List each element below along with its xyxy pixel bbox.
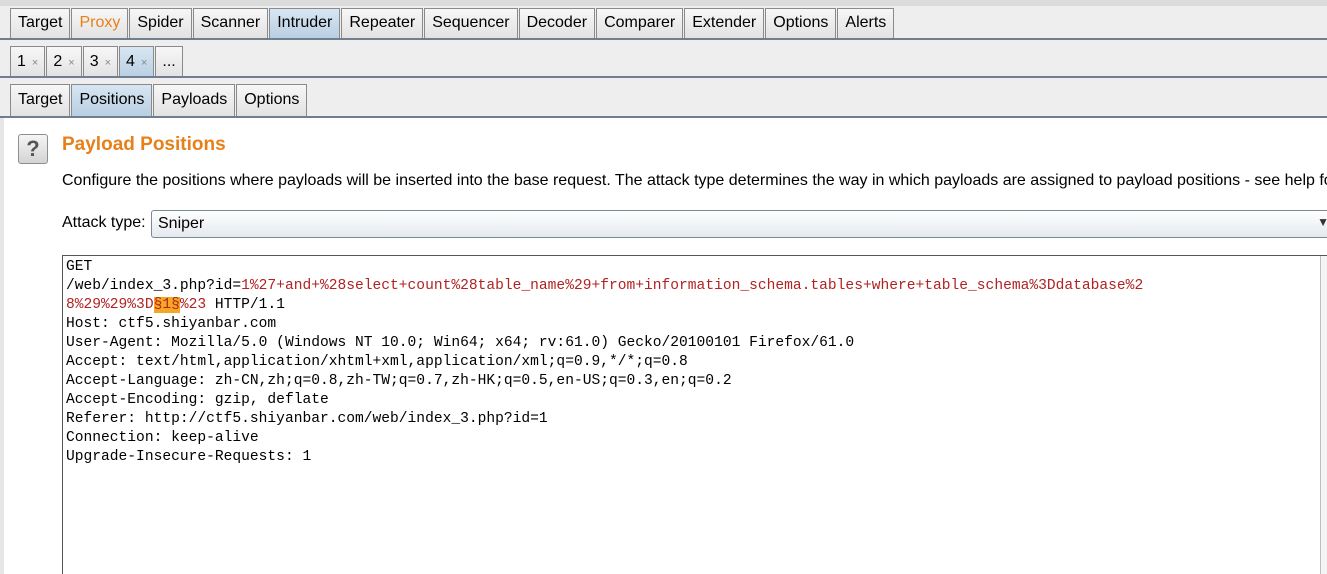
attack-tab-4[interactable]: 4 × — [119, 46, 155, 77]
tab-decoder[interactable]: Decoder — [518, 8, 596, 38]
attack-tab-3[interactable]: 3 × — [82, 46, 119, 77]
tab-intruder[interactable]: Intruder — [269, 8, 341, 38]
help-icon[interactable]: ? — [18, 134, 48, 164]
attack-tab-label: 1 — [17, 53, 26, 70]
tab-repeater[interactable]: Repeater — [341, 8, 424, 38]
tab-spider[interactable]: Spider — [129, 8, 192, 38]
request-header: Accept-Language: zh-CN,zh;q=0.8,zh-TW;q=… — [66, 373, 732, 389]
subtab-positions[interactable]: Positions — [71, 84, 153, 116]
request-param-value: %23 — [179, 297, 207, 313]
request-header: Upgrade-Insecure-Requests: 1 — [66, 449, 312, 465]
request-header: Referer: http://ctf5.shiyanbar.com/web/i… — [66, 411, 548, 427]
attack-tab-bar: 1 × 2 × 3 × 4 × ... — [0, 40, 1327, 78]
subtab-target[interactable]: Target — [10, 84, 71, 116]
request-method: GET — [66, 259, 93, 275]
tab-comparer[interactable]: Comparer — [596, 8, 684, 38]
tab-proxy[interactable]: Proxy — [71, 8, 129, 38]
tab-alerts[interactable]: Alerts — [837, 8, 895, 38]
request-header: Connection: keep-alive — [66, 430, 259, 446]
tab-sequencer[interactable]: Sequencer — [424, 8, 518, 38]
request-param-value: 8%29%29%3D — [66, 297, 154, 313]
close-icon[interactable]: × — [32, 57, 38, 69]
attack-type-value: Sniper — [158, 215, 205, 232]
request-header: Accept-Encoding: gzip, deflate — [66, 392, 329, 408]
section-title: Payload Positions — [62, 134, 226, 155]
request-param-value: 1%27+and+%28select+count%28table_name%29… — [241, 278, 1144, 294]
subtab-payloads[interactable]: Payloads — [153, 84, 236, 116]
payload-positions-panel: ? Payload Positions Configure the positi… — [0, 118, 1327, 574]
attack-tab-label: 3 — [89, 53, 99, 70]
subtab-options[interactable]: Options — [236, 84, 308, 116]
chevron-down-icon: ▼ — [1317, 215, 1327, 229]
request-header: Host: ctf5.shiyanbar.com — [66, 316, 277, 332]
attack-type-label: Attack type: — [62, 214, 146, 231]
close-icon[interactable]: × — [105, 57, 111, 69]
request-header: Accept: text/html,application/xhtml+xml,… — [66, 354, 688, 370]
attack-type-select[interactable]: Sniper ▼ — [151, 210, 1327, 238]
tab-scanner[interactable]: Scanner — [192, 8, 269, 38]
attack-tab-label: 4 — [126, 53, 135, 70]
request-protocol: HTTP/1.1 — [206, 297, 285, 313]
attack-tab-1[interactable]: 1 × — [10, 46, 46, 77]
intruder-sub-tab-bar: Target Positions Payloads Options — [0, 78, 1327, 118]
request-header: User-Agent: Mozilla/5.0 (Windows NT 10.0… — [66, 335, 855, 351]
request-path: /web/index_3.php?id= — [66, 278, 242, 294]
new-attack-tab[interactable]: ... — [155, 46, 183, 77]
tab-options[interactable]: Options — [765, 8, 837, 38]
attack-tab-label: 2 — [53, 53, 63, 70]
editor-scrollbar[interactable] — [1320, 256, 1327, 574]
close-icon[interactable]: × — [68, 57, 74, 69]
tab-target[interactable]: Target — [10, 8, 71, 38]
payload-position-marker[interactable]: §1§ — [153, 297, 180, 313]
attack-tab-2[interactable]: 2 × — [46, 46, 82, 77]
section-description: Configure the positions where payloads w… — [62, 172, 1327, 189]
request-text: GET /web/index_3.php?id=1%27+and+%28sele… — [66, 258, 1143, 467]
request-editor[interactable]: GET /web/index_3.php?id=1%27+and+%28sele… — [62, 255, 1327, 574]
tab-extender[interactable]: Extender — [684, 8, 765, 38]
main-tab-bar: Target Proxy Spider Scanner Intruder Rep… — [0, 0, 1327, 40]
close-icon[interactable]: × — [141, 57, 147, 69]
